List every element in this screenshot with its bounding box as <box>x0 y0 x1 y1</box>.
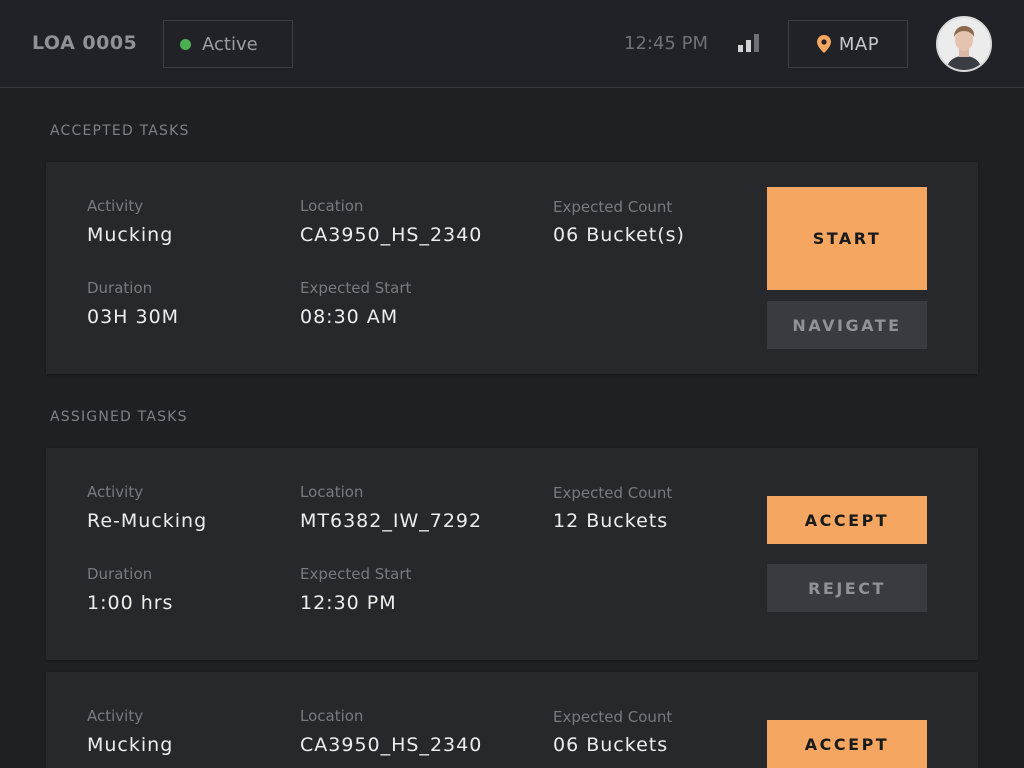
activity-value: Mucking <box>87 224 174 246</box>
clock: 12:45 PM <box>624 33 708 54</box>
location-value: CA3950_HS_2340 <box>300 224 483 246</box>
accept-button[interactable]: ACCEPT <box>767 496 927 544</box>
duration-label: Duration <box>87 565 153 583</box>
map-pin-icon <box>816 35 831 53</box>
expected-count-label: Expected Count <box>553 198 673 216</box>
user-avatar-icon <box>938 18 990 70</box>
location-label: Location <box>300 483 364 501</box>
duration-value: 1:00 hrs <box>87 592 174 614</box>
activity-value: Re-Mucking <box>87 510 208 532</box>
status-indicator[interactable]: Active <box>163 20 293 68</box>
location-label: Location <box>300 197 364 215</box>
location-value: MT6382_IW_7292 <box>300 510 483 532</box>
activity-label: Activity <box>87 483 144 501</box>
expected-start-label: Expected Start <box>300 279 412 297</box>
expected-count-label: Expected Count <box>553 484 673 502</box>
start-button[interactable]: START <box>767 187 927 290</box>
signal-strength-icon <box>738 32 762 52</box>
duration-value: 03H 30M <box>87 306 180 328</box>
reject-button[interactable]: REJECT <box>767 564 927 612</box>
vehicle-id: LOA 0005 <box>32 32 138 54</box>
expected-start-value: 08:30 AM <box>300 306 399 328</box>
accept-button[interactable]: ACCEPT <box>767 720 927 768</box>
expected-count-value: 06 Buckets <box>553 734 669 756</box>
assigned-tasks-title: ASSIGNED TASKS <box>50 409 188 425</box>
top-bar: LOA 0005 Active 12:45 PM MAP <box>0 0 1024 88</box>
accepted-tasks-title: ACCEPTED TASKS <box>50 123 190 139</box>
status-dot-icon <box>180 38 191 50</box>
assigned-task-card: Activity Re-Mucking Location MT6382_IW_7… <box>46 448 978 660</box>
activity-label: Activity <box>87 707 144 725</box>
status-label: Active <box>202 33 258 55</box>
expected-count-value: 12 Buckets <box>553 510 669 532</box>
accepted-task-card: Activity Mucking Location CA3950_HS_2340… <box>46 162 978 374</box>
expected-start-label: Expected Start <box>300 565 412 583</box>
assigned-task-card: Activity Mucking Location CA3950_HS_2340… <box>46 672 978 768</box>
expected-count-value: 06 Bucket(s) <box>553 224 685 246</box>
expected-start-value: 12:30 PM <box>300 592 397 614</box>
activity-label: Activity <box>87 197 144 215</box>
map-button[interactable]: MAP <box>788 20 908 68</box>
location-label: Location <box>300 707 364 725</box>
activity-value: Mucking <box>87 734 174 756</box>
navigate-button[interactable]: NAVIGATE <box>767 301 927 349</box>
avatar[interactable] <box>936 16 992 72</box>
duration-label: Duration <box>87 279 153 297</box>
location-value: CA3950_HS_2340 <box>300 734 483 756</box>
map-label: MAP <box>838 33 880 55</box>
expected-count-label: Expected Count <box>553 708 673 726</box>
